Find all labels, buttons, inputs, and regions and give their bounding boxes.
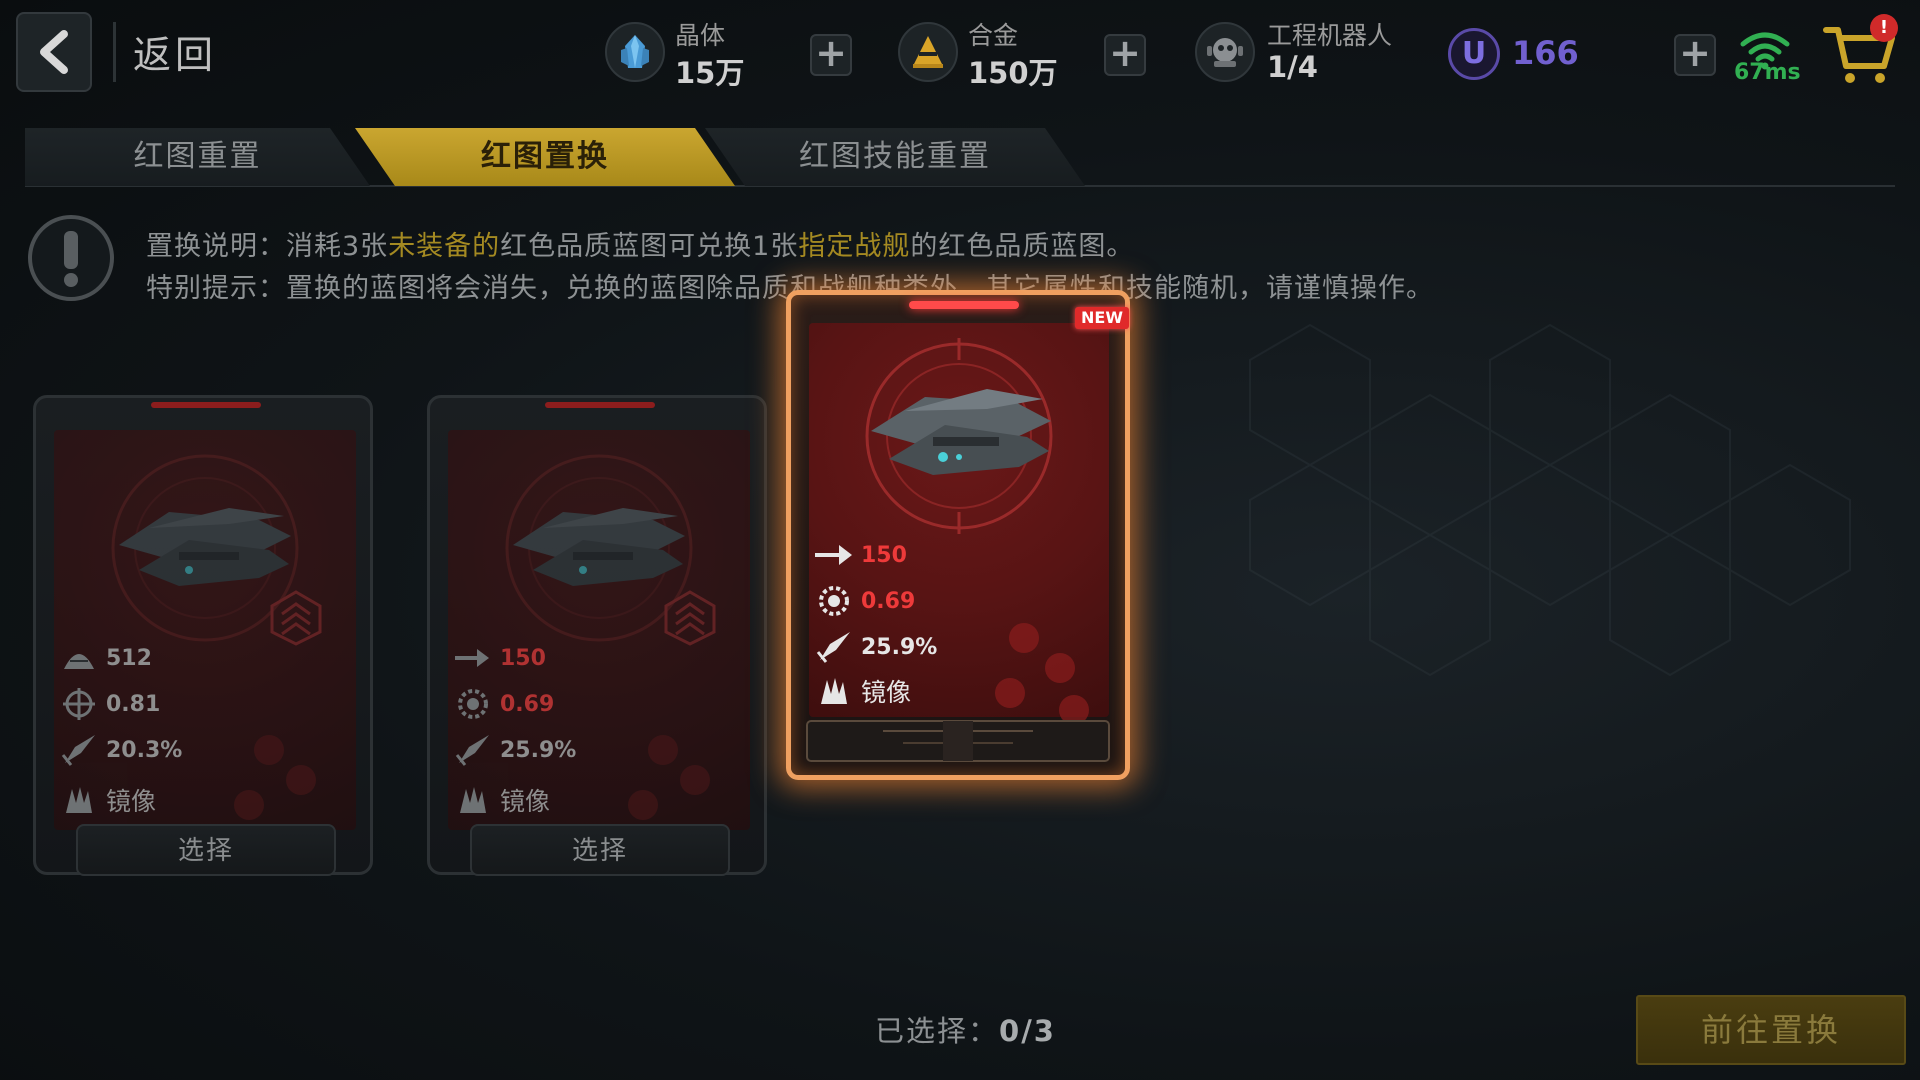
desc-highlight-unequipped: 未装备的 (388, 231, 501, 262)
stat-value: 0.81 (106, 691, 161, 717)
stat-value: 25.9% (861, 634, 938, 660)
blueprint-image-panel (54, 430, 356, 830)
ucoin-icon: U (1448, 28, 1500, 80)
stat-row: 0.81 (60, 686, 160, 722)
missile-icon (815, 631, 853, 663)
stat-row: 150 (454, 640, 546, 676)
tab-bar: 红图重置 红图置换 红图技能重置 (25, 128, 1895, 188)
add-crystal-button[interactable]: + (810, 34, 852, 76)
hex-background (1249, 323, 1851, 677)
stat-row: 512 (60, 640, 152, 676)
skill-icon (60, 784, 98, 816)
selected-label: 已选择： (875, 1014, 1000, 1048)
stat-value: 镜像 (106, 787, 157, 816)
stat-value: 0.69 (861, 588, 916, 614)
resource-label: 晶体 (675, 21, 726, 50)
stat-value: 镜像 (861, 678, 912, 707)
stat-row: 25.9% (454, 732, 576, 768)
warship-icon (513, 508, 685, 586)
exclamation-icon (28, 215, 114, 301)
stat-value: 512 (106, 645, 152, 671)
warship-icon (871, 389, 1051, 475)
stat-row: 0.69 (454, 686, 554, 722)
alloy-icon (898, 22, 958, 82)
speed-arrow-icon (815, 539, 853, 571)
stat-row: 镜像 (60, 782, 156, 818)
ucoin-value: 166 (1512, 34, 1579, 72)
blueprint-slot-card[interactable]: 150 0.69 25.9% 镜像 选择 (427, 395, 767, 876)
resource-value: 150万 (968, 56, 1058, 90)
stat-row: 镜像 (815, 673, 911, 709)
speed-arrow-icon (454, 642, 492, 674)
select-button[interactable]: 选择 (76, 824, 336, 876)
robot-icon (1195, 22, 1255, 82)
ping-value: 67ms (1734, 60, 1801, 85)
warship-icon (119, 508, 291, 586)
blueprint-slot-card[interactable]: 512 0.81 20.3% 镜像 选择 (33, 395, 373, 876)
back-label[interactable]: 返回 (133, 24, 217, 79)
selected-value: 0/3 (999, 1014, 1056, 1048)
resource-value: 1/4 (1267, 50, 1318, 84)
stat-row: 25.9% (815, 629, 937, 665)
target-blueprint-card[interactable]: NEW 150 0.69 25.9% 镜像 (786, 290, 1130, 780)
card-top-light (909, 301, 1019, 309)
divider (113, 22, 116, 82)
armor-icon (60, 642, 98, 674)
rank-chevron-icon (270, 590, 322, 646)
missile-icon (60, 734, 98, 766)
card-top-light (545, 402, 655, 408)
skill-icon (815, 675, 853, 707)
resource-label: 工程机器人 (1267, 21, 1393, 50)
new-badge: NEW (1075, 307, 1129, 329)
desc-middle: 红色品质蓝图可兑换1张 (500, 231, 799, 262)
select-button[interactable]: 选择 (470, 824, 730, 876)
stat-row: 150 (815, 537, 907, 573)
stat-value: 0.69 (500, 691, 555, 717)
top-bar: 返回 晶体 15万 + 合金 150万 + 工程机器人 1/4 U 166 + … (0, 0, 1920, 105)
blueprint-image-panel (448, 430, 750, 830)
stat-row: 镜像 (454, 782, 550, 818)
stat-value: 25.9% (500, 737, 577, 763)
resource-value: 15万 (675, 56, 745, 90)
add-ucoin-button[interactable]: + (1674, 34, 1716, 76)
stat-value: 镜像 (500, 787, 551, 816)
skill-icon (454, 784, 492, 816)
missile-icon (454, 734, 492, 766)
tab-blueprint-reset[interactable]: 红图重置 (25, 128, 370, 186)
card-top-light (151, 402, 261, 408)
stat-value: 150 (500, 645, 546, 671)
add-alloy-button[interactable]: + (1104, 34, 1146, 76)
desc-suffix: 的红色品质蓝图。 (910, 231, 1135, 262)
desc-highlight-ship: 指定战舰 (798, 231, 911, 262)
selected-count: 已选择：0/3 (875, 1008, 1056, 1050)
card-base (806, 720, 1110, 762)
stat-value: 20.3% (106, 737, 183, 763)
resource-label: 合金 (968, 21, 1019, 50)
swap-description: 置换说明：消耗3张未装备的红色品质蓝图可兑换1张指定战舰的红色品质蓝图。 (146, 224, 1134, 263)
stat-row: 0.69 (815, 583, 915, 619)
crystal-icon (605, 22, 665, 82)
chevron-left-icon (40, 30, 68, 74)
crosshair-icon (60, 688, 98, 720)
gear-icon (454, 688, 492, 720)
stat-value: 150 (861, 542, 907, 568)
stat-row: 20.3% (60, 732, 182, 768)
tab-blueprint-swap[interactable]: 红图置换 (355, 128, 735, 186)
go-swap-button[interactable]: 前往置换 (1636, 995, 1906, 1065)
rank-chevron-icon (664, 590, 716, 646)
tab-label: 红图技能重置 (799, 139, 991, 174)
desc-prefix: 置换说明：消耗3张 (146, 231, 389, 262)
tab-skill-reset[interactable]: 红图技能重置 (685, 128, 1085, 186)
cart-badge: ! (1870, 14, 1898, 42)
back-button[interactable] (16, 12, 92, 92)
gear-icon (815, 585, 853, 617)
